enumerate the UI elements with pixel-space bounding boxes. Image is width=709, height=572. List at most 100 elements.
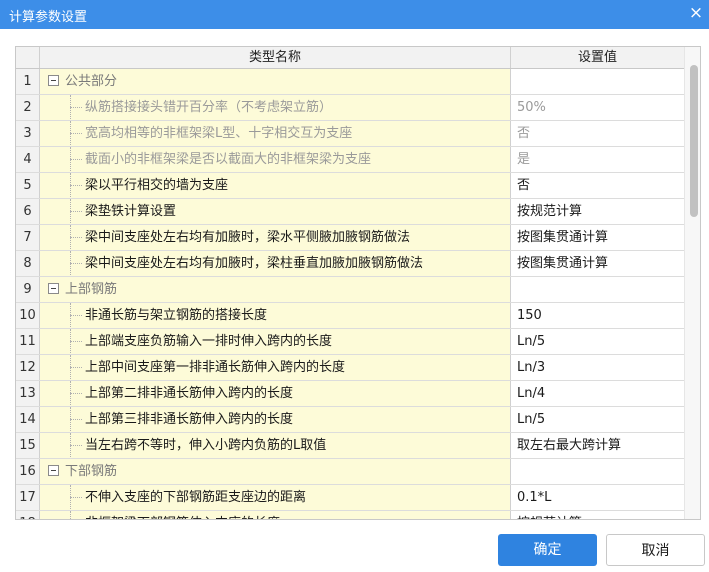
tree-connector-line xyxy=(70,511,71,519)
param-name-cell: 上部第三排非通长筋伸入跨内的长度 xyxy=(40,407,511,432)
table-row[interactable]: 12 上部中间支座第一排非通长筋伸入跨内的长度 Ln/3 xyxy=(16,355,684,381)
group-row[interactable]: 16 下部钢筋 xyxy=(16,459,684,485)
param-name-cell: 非通长筋与架立钢筋的搭接长度 xyxy=(40,303,511,328)
tree-branch-line xyxy=(70,133,82,134)
param-value-cell[interactable]: 按图集贯通计算 xyxy=(511,251,684,276)
table-row[interactable]: 11 上部端支座负筋输入一排时伸入跨内的长度 Ln/5 xyxy=(16,329,684,355)
tree-branch-line xyxy=(70,445,82,446)
table-row[interactable]: 4 截面小的非框架梁是否以截面大的非框架梁为支座 是 xyxy=(16,147,684,173)
cancel-button[interactable]: 取消 xyxy=(606,534,705,566)
grid-rows: 1 公共部分 2 纵筋搭接接头错开百分率（不考虑架立筋） 50% 3 宽高均相等的非框架梁L… xyxy=(16,69,684,519)
param-name-label: 纵筋搭接接头错开百分率（不考虑架立筋） xyxy=(85,100,333,115)
tree-branch-line xyxy=(70,185,82,186)
param-value-cell[interactable]: Ln/5 xyxy=(511,407,684,432)
param-value-cell[interactable]: Ln/3 xyxy=(511,355,684,380)
param-name-cell: 梁中间支座处左右均有加腋时，梁柱垂直加腋加腋钢筋做法 xyxy=(40,251,511,276)
param-value-cell[interactable]: 否 xyxy=(511,121,684,146)
row-index: 6 xyxy=(16,199,40,224)
table-row[interactable]: 18 非框架梁下部钢筋伸入支座的长度 按规范计算 xyxy=(16,511,684,519)
row-index: 17 xyxy=(16,485,40,510)
group-row[interactable]: 9 上部钢筋 xyxy=(16,277,684,303)
row-index: 15 xyxy=(16,433,40,458)
param-value-cell xyxy=(511,459,684,484)
param-name-label: 截面小的非框架梁是否以截面大的非框架梁为支座 xyxy=(85,152,372,167)
param-name-label: 非通长筋与架立钢筋的搭接长度 xyxy=(85,308,268,323)
row-index: 1 xyxy=(16,69,40,94)
row-index: 10 xyxy=(16,303,40,328)
header-type-name[interactable]: 类型名称 xyxy=(40,47,511,68)
param-name-label: 非框架梁下部钢筋伸入支座的长度 xyxy=(85,516,280,519)
param-name-cell: 梁以平行相交的墙为支座 xyxy=(40,173,511,198)
scrollbar-thumb[interactable] xyxy=(690,65,698,217)
group-row[interactable]: 1 公共部分 xyxy=(16,69,684,95)
table-row[interactable]: 6 梁垫铁计算设置 按规范计算 xyxy=(16,199,684,225)
row-index: 13 xyxy=(16,381,40,406)
param-value-cell[interactable]: 按规范计算 xyxy=(511,511,684,519)
param-name-cell: 梁垫铁计算设置 xyxy=(40,199,511,224)
table-row[interactable]: 8 梁中间支座处左右均有加腋时，梁柱垂直加腋加腋钢筋做法 按图集贯通计算 xyxy=(16,251,684,277)
param-name-cell: 上部第二排非通长筋伸入跨内的长度 xyxy=(40,381,511,406)
table-row[interactable]: 10 非通长筋与架立钢筋的搭接长度 150 xyxy=(16,303,684,329)
tree-branch-line xyxy=(70,237,82,238)
param-value-cell[interactable]: 取左右最大跨计算 xyxy=(511,433,684,458)
param-value-cell[interactable]: Ln/4 xyxy=(511,381,684,406)
collapse-icon[interactable] xyxy=(48,465,59,476)
param-value-cell xyxy=(511,69,684,94)
param-name-label: 不伸入支座的下部钢筋距支座边的距离 xyxy=(85,490,307,505)
row-index: 14 xyxy=(16,407,40,432)
param-value-cell[interactable]: 是 xyxy=(511,147,684,172)
param-value-cell[interactable]: 50% xyxy=(511,95,684,120)
param-name-label: 当左右跨不等时，伸入小跨内负筋的L取值 xyxy=(85,438,327,453)
tree-branch-line xyxy=(70,315,82,316)
table-row[interactable]: 13 上部第二排非通长筋伸入跨内的长度 Ln/4 xyxy=(16,381,684,407)
vertical-scrollbar[interactable] xyxy=(684,47,700,519)
row-index: 3 xyxy=(16,121,40,146)
table-row[interactable]: 17 不伸入支座的下部钢筋距支座边的距离 0.1*L xyxy=(16,485,684,511)
row-index: 12 xyxy=(16,355,40,380)
param-value-cell[interactable]: Ln/5 xyxy=(511,329,684,354)
param-name-label: 梁垫铁计算设置 xyxy=(85,204,177,219)
tree-branch-line xyxy=(70,367,82,368)
row-index: 16 xyxy=(16,459,40,484)
param-value-cell[interactable]: 否 xyxy=(511,173,684,198)
param-value-cell xyxy=(511,277,684,302)
group-name-cell: 下部钢筋 xyxy=(40,459,511,484)
param-value-cell[interactable]: 0.1*L xyxy=(511,485,684,510)
row-index: 18 xyxy=(16,511,40,519)
row-index: 5 xyxy=(16,173,40,198)
param-name-cell: 上部端支座负筋输入一排时伸入跨内的长度 xyxy=(40,329,511,354)
settings-grid[interactable]: 类型名称 设置值 1 公共部分 2 纵筋搭接接头错开百分率（不考虑架立筋） 50% 3 宽高… xyxy=(15,46,701,520)
param-name-label: 梁中间支座处左右均有加腋时，梁柱垂直加腋加腋钢筋做法 xyxy=(85,256,424,271)
collapse-icon[interactable] xyxy=(48,75,59,86)
row-index: 2 xyxy=(16,95,40,120)
header-setting-value[interactable]: 设置值 xyxy=(511,47,684,68)
close-icon[interactable]: × xyxy=(687,4,705,22)
grid-header: 类型名称 设置值 xyxy=(16,47,684,69)
table-row[interactable]: 15 当左右跨不等时，伸入小跨内负筋的L取值 取左右最大跨计算 xyxy=(16,433,684,459)
table-row[interactable]: 7 梁中间支座处左右均有加腋时，梁水平侧腋加腋钢筋做法 按图集贯通计算 xyxy=(16,225,684,251)
table-row[interactable]: 2 纵筋搭接接头错开百分率（不考虑架立筋） 50% xyxy=(16,95,684,121)
ok-button[interactable]: 确定 xyxy=(498,534,597,566)
param-name-label: 上部第三排非通长筋伸入跨内的长度 xyxy=(85,412,294,427)
table-row[interactable]: 3 宽高均相等的非框架梁L型、十字相交互为支座 否 xyxy=(16,121,684,147)
row-index: 9 xyxy=(16,277,40,302)
table-row[interactable]: 5 梁以平行相交的墙为支座 否 xyxy=(16,173,684,199)
param-name-label: 梁以平行相交的墙为支座 xyxy=(85,178,229,193)
table-row[interactable]: 14 上部第三排非通长筋伸入跨内的长度 Ln/5 xyxy=(16,407,684,433)
param-name-cell: 梁中间支座处左右均有加腋时，梁水平侧腋加腋钢筋做法 xyxy=(40,225,511,250)
collapse-icon[interactable] xyxy=(48,283,59,294)
tree-branch-line xyxy=(70,497,82,498)
param-value-cell[interactable]: 150 xyxy=(511,303,684,328)
tree-branch-line xyxy=(70,419,82,420)
param-name-cell: 截面小的非框架梁是否以截面大的非框架梁为支座 xyxy=(40,147,511,172)
tree-branch-line xyxy=(70,159,82,160)
param-value-cell[interactable]: 按图集贯通计算 xyxy=(511,225,684,250)
param-value-cell[interactable]: 按规范计算 xyxy=(511,199,684,224)
param-name-label: 上部第二排非通长筋伸入跨内的长度 xyxy=(85,386,294,401)
param-name-cell: 上部中间支座第一排非通长筋伸入跨内的长度 xyxy=(40,355,511,380)
param-name-label: 上部端支座负筋输入一排时伸入跨内的长度 xyxy=(85,334,333,349)
param-name-cell: 宽高均相等的非框架梁L型、十字相交互为支座 xyxy=(40,121,511,146)
row-index: 11 xyxy=(16,329,40,354)
tree-branch-line xyxy=(70,263,82,264)
group-name-cell: 上部钢筋 xyxy=(40,277,511,302)
